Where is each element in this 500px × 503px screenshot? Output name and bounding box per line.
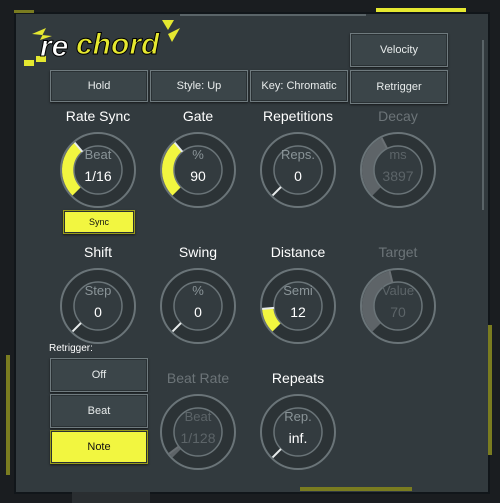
frame-line-top bbox=[180, 14, 366, 16]
retrigger-option-off[interactable]: Off bbox=[50, 358, 148, 392]
rate-sync-title: Rate Sync bbox=[65, 108, 131, 124]
shift-unit: Step bbox=[84, 283, 112, 298]
sync-button[interactable]: Sync bbox=[63, 210, 135, 234]
repetitions-title: Repetitions bbox=[262, 108, 334, 124]
style-selector[interactable]: Style: Up bbox=[150, 70, 248, 102]
beat-rate-value: 1/128 bbox=[180, 430, 216, 446]
repeats-knob[interactable]: Rep. inf. bbox=[258, 392, 338, 472]
svg-text:chord: chord bbox=[76, 28, 160, 61]
retrigger-option-beat[interactable]: Beat bbox=[50, 394, 148, 428]
accent-strip-top-right bbox=[376, 8, 466, 12]
repetitions-unit: Reps. bbox=[281, 147, 315, 162]
decay-knob[interactable]: ms 3897 bbox=[358, 130, 438, 210]
accent-strip-left bbox=[6, 355, 10, 475]
target-title: Target bbox=[378, 244, 418, 260]
velocity-button[interactable]: Velocity bbox=[350, 33, 448, 67]
beat-rate-unit: Beat bbox=[184, 409, 212, 424]
decay-title: Decay bbox=[378, 108, 418, 124]
repetitions-value: 0 bbox=[294, 168, 302, 184]
target-knob[interactable]: Value 70 bbox=[358, 266, 438, 346]
gate-value: 90 bbox=[190, 168, 206, 184]
rechord-logo: re chord bbox=[24, 20, 180, 66]
retrigger-section-label: Retrigger: bbox=[49, 343, 93, 354]
beat-rate-knob[interactable]: Beat 1/128 bbox=[158, 392, 238, 472]
shift-title: Shift bbox=[83, 244, 112, 260]
gate-knob[interactable]: % 90 bbox=[158, 130, 238, 210]
distance-title: Distance bbox=[270, 244, 326, 260]
accent-strip-right bbox=[488, 325, 492, 455]
shift-value: 0 bbox=[94, 304, 102, 320]
host-window-fragment bbox=[72, 492, 150, 503]
rate-sync-knob[interactable]: Beat 1/16 bbox=[58, 130, 138, 210]
rate-sync-value: 1/16 bbox=[84, 168, 112, 184]
repetitions-knob[interactable]: Reps. 0 bbox=[258, 130, 338, 210]
retrigger-button[interactable]: Retrigger bbox=[350, 70, 448, 104]
gate-unit: % bbox=[192, 147, 204, 162]
frame-line-right bbox=[482, 40, 484, 210]
target-value: 70 bbox=[390, 304, 406, 320]
swing-title: Swing bbox=[178, 244, 218, 260]
retrigger-option-note[interactable]: Note bbox=[50, 430, 148, 464]
distance-value: 12 bbox=[290, 304, 306, 320]
repeats-title: Repeats bbox=[271, 370, 325, 386]
swing-knob[interactable]: % 0 bbox=[158, 266, 238, 346]
distance-knob[interactable]: Semi 12 bbox=[258, 266, 338, 346]
gate-title: Gate bbox=[182, 108, 214, 124]
swing-unit: % bbox=[192, 283, 204, 298]
decay-unit: ms bbox=[389, 147, 407, 162]
repeats-value: inf. bbox=[288, 430, 308, 446]
svg-text:re: re bbox=[40, 30, 68, 63]
beat-rate-title: Beat Rate bbox=[166, 370, 230, 386]
rate-sync-unit: Beat bbox=[84, 147, 112, 162]
swing-value: 0 bbox=[194, 304, 202, 320]
target-unit: Value bbox=[381, 283, 415, 298]
decay-value: 3897 bbox=[382, 168, 414, 184]
accent-strip-bottom bbox=[300, 487, 412, 491]
accent-strip-top-left bbox=[14, 10, 34, 13]
distance-unit: Semi bbox=[283, 283, 313, 298]
hold-button[interactable]: Hold bbox=[50, 70, 148, 102]
key-selector[interactable]: Key: Chromatic bbox=[250, 70, 348, 102]
shift-knob[interactable]: Step 0 bbox=[58, 266, 138, 346]
repeats-unit: Rep. bbox=[284, 409, 312, 424]
